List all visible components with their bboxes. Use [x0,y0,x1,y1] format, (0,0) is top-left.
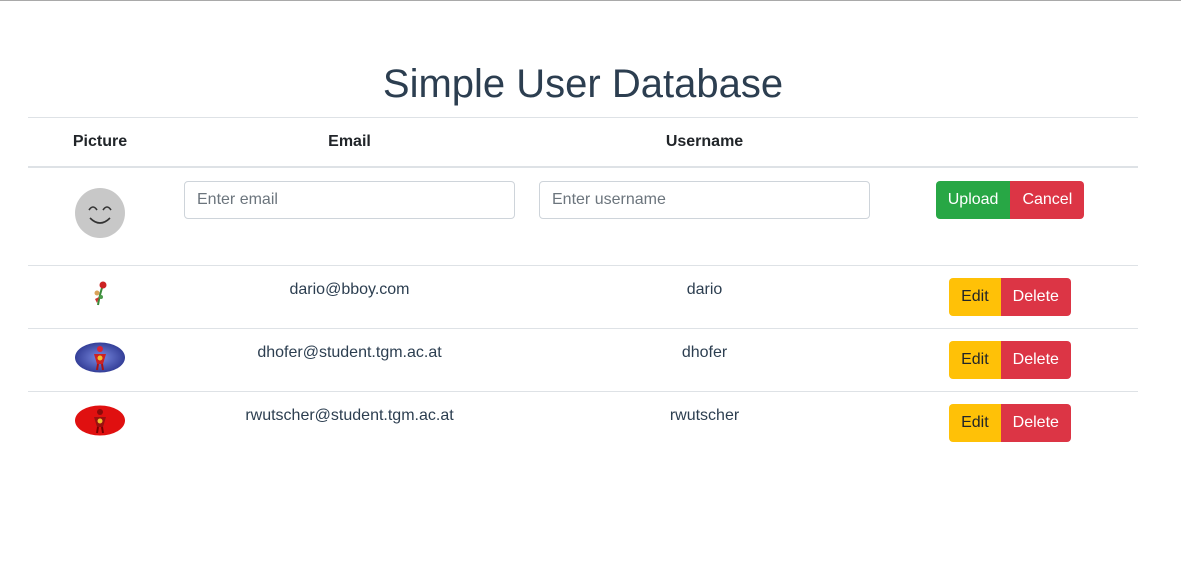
table-row: dhofer@student.tgm.ac.at dhofer Edit Del… [28,328,1138,392]
top-border [0,0,1181,1]
header-picture: Picture [72,133,128,150]
row-email: dario@bboy.com [289,281,410,298]
row-actions: Edit Delete [949,278,1071,316]
row-username: rwutscher [669,407,740,424]
users-table: Picture Email Username Enter email Enter… [28,117,1138,454]
edit-button[interactable]: Edit [949,341,1001,379]
flower-figure-icon [75,279,125,310]
delete-button[interactable]: Delete [1000,404,1071,442]
new-user-actions: Upload Cancel [935,181,1085,219]
email-input[interactable] [184,181,515,219]
row-username: dhofer [681,344,728,361]
table-row: rwutscher@student.tgm.ac.at rwutscher Ed… [28,391,1138,455]
delete-button[interactable]: Delete [1000,278,1071,316]
edit-button[interactable]: Edit [949,278,1001,316]
row-actions: Edit Delete [949,341,1071,379]
red-oval-figure-icon [75,405,125,436]
header-email: Email [328,133,371,150]
row-email: rwutscher@student.tgm.ac.at [245,407,454,424]
delete-button[interactable]: Delete [1000,341,1071,379]
row-username: dario [686,281,723,298]
row-email: dhofer@student.tgm.ac.at [257,344,442,361]
upload-button[interactable]: Upload [935,181,1011,219]
new-user-row: Upload Cancel [28,167,1138,266]
username-input[interactable] [539,181,870,219]
table-header-row: Picture Email Username [28,117,1138,168]
header-username: Username [665,133,744,150]
table-row: dario@bboy.com dario Edit Delete [28,265,1138,329]
smiley-face-icon[interactable] [75,188,125,238]
edit-button[interactable]: Edit [949,404,1001,442]
blue-oval-figure-icon [75,342,125,373]
header-actions [882,118,1138,168]
cancel-button[interactable]: Cancel [1010,181,1085,219]
page-title: Simple User Database [382,62,784,106]
row-actions: Edit Delete [949,404,1071,442]
